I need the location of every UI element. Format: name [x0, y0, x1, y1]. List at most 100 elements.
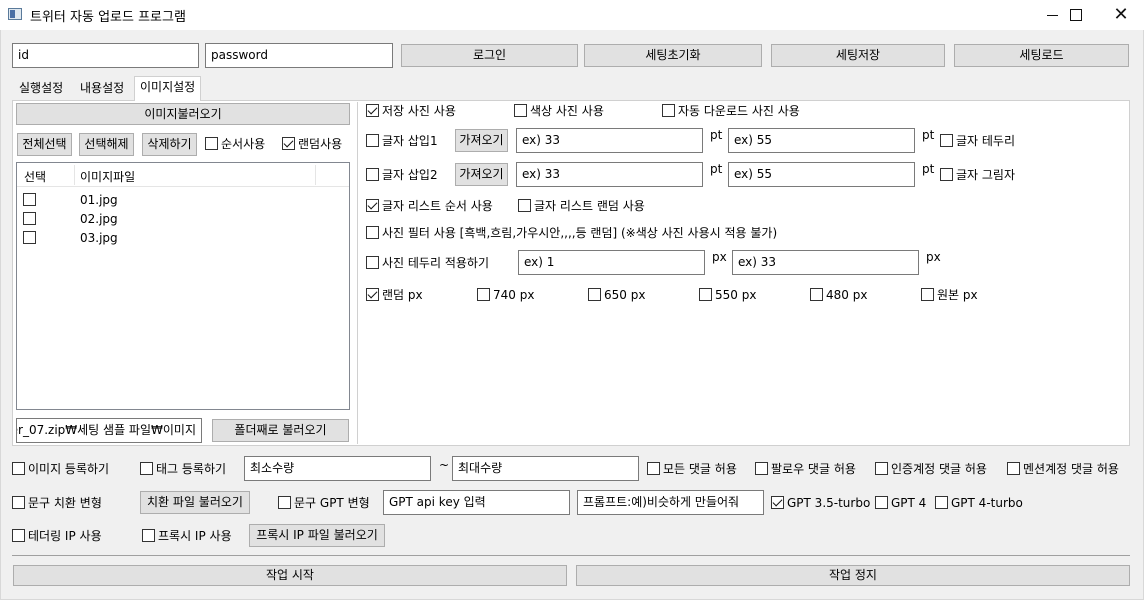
allow-follower-comments-checkbox[interactable]: 팔로우 댓글 허용	[755, 461, 856, 477]
load-replace-file-button[interactable]: 치환 파일 불러오기	[140, 491, 250, 514]
panel-divider	[357, 102, 358, 444]
select-all-button[interactable]: 전체선택	[17, 133, 72, 156]
allow-verified-comments-checkbox[interactable]: 인증계정 댓글 허용	[875, 461, 987, 477]
list-header: 선택 이미지파일	[17, 163, 349, 187]
checkbox-box	[366, 226, 379, 239]
use-auto-download-photo-checkbox[interactable]: 자동 다운로드 사진 사용	[662, 103, 800, 119]
list-item[interactable]: 01.jpg	[17, 191, 349, 211]
photo-border-value-b-input[interactable]: ex) 33	[732, 250, 919, 275]
use-color-photo-checkbox[interactable]: 색상 사진 사용	[514, 103, 604, 119]
text-insert-2-checkbox[interactable]: 글자 삽입2	[366, 167, 438, 183]
tab-run-settings[interactable]: 실행설정	[14, 78, 68, 100]
size-550-checkbox[interactable]: 550 px	[699, 287, 756, 303]
deselect-button[interactable]: 선택해제	[79, 133, 134, 156]
window-title: 트위터 자동 업로드 프로그램	[30, 10, 186, 25]
prompt-input[interactable]: 프롬프트:예)비슷하게 만들어줘	[577, 490, 764, 515]
image-file-list[interactable]: 선택 이미지파일 01.jpg 02.jpg 03.jpg	[16, 162, 350, 410]
photo-border-value-a-input[interactable]: ex) 1	[518, 250, 705, 275]
load-images-button[interactable]: 이미지불러오기	[16, 103, 350, 125]
size-740-checkbox[interactable]: 740 px	[477, 287, 534, 303]
use-saved-photo-checkbox[interactable]: 저장 사진 사용	[366, 103, 456, 119]
row-checkbox[interactable]	[23, 212, 36, 225]
image-register-checkbox[interactable]: 이미지 등록하기	[12, 461, 109, 477]
row-checkbox[interactable]	[23, 231, 36, 244]
start-job-button[interactable]: 작업 시작	[13, 565, 567, 586]
close-icon[interactable]: ✕	[1098, 0, 1144, 30]
tethering-ip-checkbox[interactable]: 테더링 IP 사용	[12, 528, 102, 544]
text-insert-1-value-a-input[interactable]: ex) 33	[516, 128, 703, 153]
unit-label: pt	[710, 128, 723, 142]
tag-register-checkbox[interactable]: 태그 등록하기	[140, 461, 226, 477]
delete-button[interactable]: 삭제하기	[142, 133, 197, 156]
list-item[interactable]: 03.jpg	[17, 229, 349, 249]
file-name: 03.jpg	[80, 231, 118, 245]
checkbox-box	[366, 288, 379, 301]
size-650-checkbox[interactable]: 650 px	[588, 287, 645, 303]
load-folder-button[interactable]: 폴더째로 불러오기	[212, 419, 349, 442]
maximize-icon[interactable]	[1052, 0, 1098, 30]
checkbox-box	[12, 529, 25, 542]
text-border-checkbox[interactable]: 글자 테두리	[940, 133, 1015, 149]
checkbox-box	[477, 288, 490, 301]
text-insert-1-fetch-button[interactable]: 가져오기	[455, 129, 508, 152]
file-name: 01.jpg	[80, 193, 118, 207]
column-header-image-file[interactable]: 이미지파일	[80, 168, 135, 185]
column-header-select[interactable]: 선택	[24, 168, 46, 185]
checkbox-box	[875, 496, 888, 509]
gpt-api-key-input[interactable]: GPT api key 입력	[383, 490, 570, 515]
gpt-4-checkbox[interactable]: GPT 4	[875, 495, 926, 511]
size-480-checkbox[interactable]: 480 px	[810, 287, 867, 303]
checkbox-box	[278, 496, 291, 509]
column-divider	[74, 165, 75, 185]
load-proxy-file-button[interactable]: 프록시 IP 파일 불러오기	[249, 524, 385, 547]
allow-all-comments-checkbox[interactable]: 모든 댓글 허용	[647, 461, 737, 477]
text-list-order-checkbox[interactable]: 글자 리스트 순서 사용	[366, 198, 493, 214]
checkbox-box	[935, 496, 948, 509]
save-settings-button[interactable]: 세팅저장	[771, 44, 945, 67]
checkbox-box	[366, 168, 379, 181]
unit-label: px	[712, 250, 727, 264]
text-insert-1-checkbox[interactable]: 글자 삽입1	[366, 133, 438, 149]
photo-filter-checkbox[interactable]: 사진 필터 사용 [흑백,흐림,가우시안,,,,등 랜덤] (※색상 사진 사용…	[366, 225, 777, 241]
text-list-random-checkbox[interactable]: 글자 리스트 랜덤 사용	[518, 198, 645, 214]
checkbox-box	[699, 288, 712, 301]
checkbox-box	[647, 462, 660, 475]
section-divider	[12, 555, 1130, 556]
id-input[interactable]: id	[12, 43, 199, 68]
row-checkbox[interactable]	[23, 193, 36, 206]
text-insert-1-value-b-input[interactable]: ex) 55	[728, 128, 915, 153]
gpt-4-turbo-checkbox[interactable]: GPT 4-turbo	[935, 495, 1023, 511]
text-insert-2-fetch-button[interactable]: 가져오기	[455, 163, 508, 186]
load-settings-button[interactable]: 세팅로드	[954, 44, 1129, 67]
reset-settings-button[interactable]: 세팅초기화	[584, 44, 762, 67]
text-gpt-checkbox[interactable]: 문구 GPT 변형	[278, 495, 370, 511]
proxy-ip-checkbox[interactable]: 프록시 IP 사용	[142, 528, 232, 544]
login-button[interactable]: 로그인	[401, 44, 578, 67]
checkbox-box	[514, 104, 527, 117]
tab-content-settings[interactable]: 내용설정	[75, 78, 129, 100]
allow-mention-comments-checkbox[interactable]: 멘션계정 댓글 허용	[1007, 461, 1119, 477]
tab-image-settings[interactable]: 이미지설정	[134, 76, 202, 101]
app-window-icon	[8, 8, 22, 20]
size-original-checkbox[interactable]: 원본 px	[921, 287, 978, 303]
folder-path-input[interactable]: er_07.zip₩세팅 샘플 파일₩이미지	[16, 418, 202, 443]
max-quantity-input[interactable]: 최대수량	[452, 456, 639, 481]
password-input[interactable]: password	[205, 43, 393, 68]
gpt-35-turbo-checkbox[interactable]: GPT 3.5-turbo	[771, 495, 870, 511]
size-random-checkbox[interactable]: 랜덤 px	[366, 287, 423, 303]
stop-job-button[interactable]: 작업 정지	[576, 565, 1130, 586]
random-use-checkbox[interactable]: 랜덤사용	[282, 136, 342, 152]
text-shadow-checkbox[interactable]: 글자 그림자	[940, 167, 1015, 183]
unit-label: pt	[922, 128, 935, 142]
unit-label: pt	[922, 162, 935, 176]
text-insert-2-value-b-input[interactable]: ex) 55	[728, 162, 915, 187]
unit-label: px	[926, 250, 941, 264]
min-quantity-input[interactable]: 최소수량	[244, 456, 431, 481]
list-item[interactable]: 02.jpg	[17, 210, 349, 230]
text-insert-2-value-a-input[interactable]: ex) 33	[516, 162, 703, 187]
photo-border-checkbox[interactable]: 사진 테두리 적용하기	[366, 255, 489, 271]
checkbox-box	[12, 496, 25, 509]
text-replace-checkbox[interactable]: 문구 치환 변형	[12, 495, 102, 511]
checkbox-box	[588, 288, 601, 301]
order-use-checkbox[interactable]: 순서사용	[205, 136, 265, 152]
